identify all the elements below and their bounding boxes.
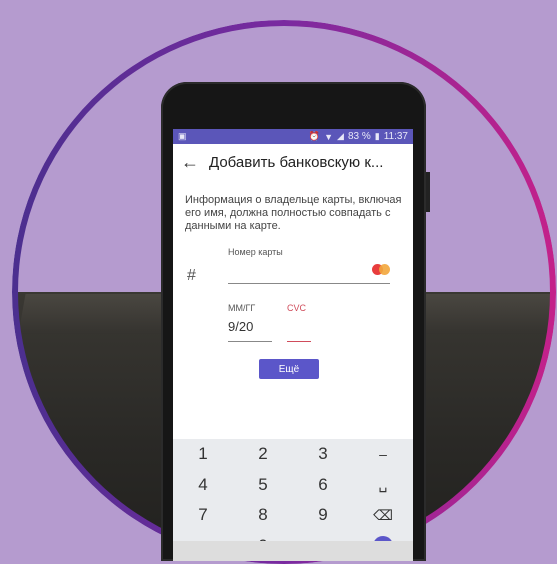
key-2[interactable]: 2	[233, 439, 293, 470]
battery-percent: 83 %	[347, 131, 371, 142]
app-bar: ← Добавить банковскую к...	[173, 144, 413, 180]
mastercard-icon	[372, 264, 390, 275]
cardholder-info-text: Информация о владельце карты, включая ег…	[185, 194, 402, 232]
cvc-input[interactable]	[287, 319, 311, 342]
wifi-icon: ▼	[324, 131, 334, 142]
phone-side-button	[426, 172, 430, 212]
signal-icon: ◢	[337, 131, 344, 141]
expiry-label: ММ/ГГ	[228, 303, 256, 313]
photo-scene: ▣ ⏰ ▼ ◢ 83 % ▮ 11:37 ← Добавить банковск…	[0, 0, 557, 564]
card-number-label: Номер карты	[228, 247, 283, 257]
card-number-input[interactable]	[228, 263, 390, 284]
notification-icon: ▣	[178, 131, 187, 141]
key-9[interactable]: 9	[293, 500, 353, 531]
phone-device: ▣ ⏰ ▼ ◢ 83 % ▮ 11:37 ← Добавить банковск…	[161, 82, 430, 561]
key-8[interactable]: 8	[233, 500, 293, 531]
hash-icon: #	[187, 267, 196, 284]
status-bar: ▣ ⏰ ▼ ◢ 83 % ▮ 11:37	[173, 129, 413, 144]
expiry-input[interactable]: 9/20	[228, 319, 272, 342]
phone-screen: ▣ ⏰ ▼ ◢ 83 % ▮ 11:37 ← Добавить банковск…	[173, 129, 413, 561]
back-arrow-icon[interactable]: ←	[181, 152, 209, 173]
battery-icon: ▮	[374, 131, 380, 141]
key-5[interactable]: 5	[233, 470, 293, 501]
key-3[interactable]: 3	[293, 439, 353, 470]
key-6[interactable]: 6	[293, 470, 353, 501]
minus-key[interactable]: –	[353, 439, 413, 470]
navigation-bar	[173, 541, 413, 561]
backspace-key[interactable]: ⌫	[353, 500, 413, 531]
expiry-cvc-row: ММ/ГГ 9/20 CVC	[173, 303, 413, 357]
key-4[interactable]: 4	[173, 470, 233, 501]
key-7[interactable]: 7	[173, 500, 233, 531]
page-title: Добавить банковскую к...	[209, 153, 384, 171]
status-time: 11:37	[383, 131, 408, 142]
cvc-label: CVC	[287, 303, 307, 313]
more-button[interactable]: Ещё	[259, 359, 319, 379]
space-key[interactable]: ␣	[353, 470, 413, 501]
card-number-row: # Номер карты	[173, 247, 413, 293]
alarm-icon: ⏰	[308, 131, 321, 141]
key-1[interactable]: 1	[173, 439, 233, 470]
